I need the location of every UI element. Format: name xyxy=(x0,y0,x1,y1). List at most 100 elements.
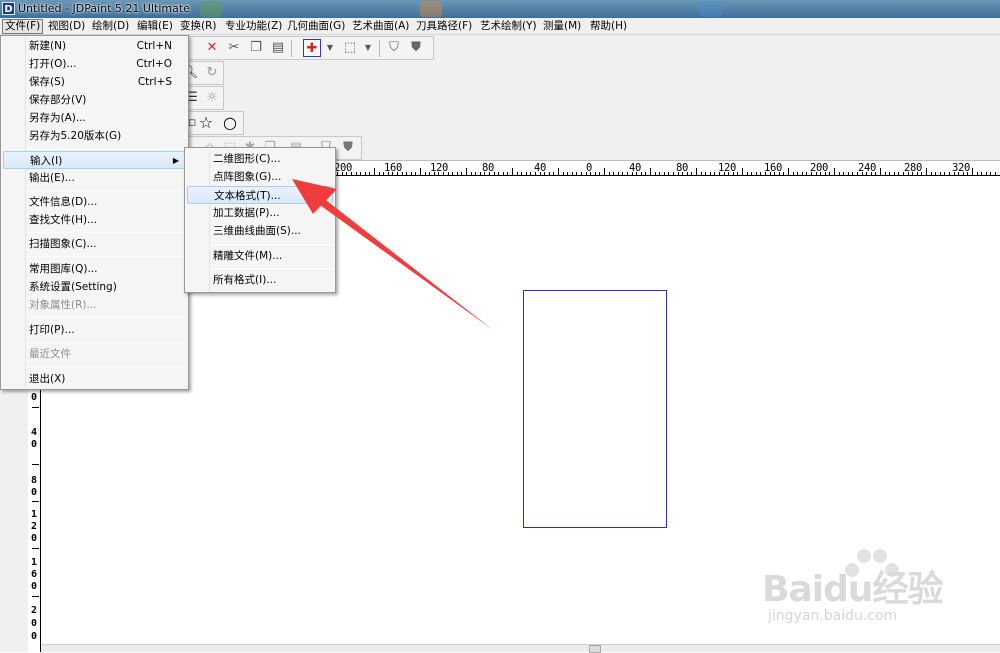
ruler-tick xyxy=(480,172,481,175)
ruler-tick xyxy=(32,548,39,549)
watermark-brand: Baidu经验 xyxy=(762,560,942,612)
ruler-tick xyxy=(443,172,444,175)
ruler-tick xyxy=(931,172,932,175)
star-tool-icon[interactable]: ☆ xyxy=(197,114,215,132)
ruler-tick xyxy=(609,172,610,175)
chevron-down-icon[interactable]: ▼ xyxy=(359,39,377,57)
ruler-tick xyxy=(622,172,623,175)
ruler-tick xyxy=(770,172,771,175)
submenu-item-bitmap-image[interactable]: 点阵图象(G)... xyxy=(187,168,333,186)
menu-tool-path[interactable]: 刀具路径(F) xyxy=(416,19,472,34)
zoom-toolbar: 🔍︎ ↻ xyxy=(186,61,224,85)
menu-item-label: 系统设置(Setting) xyxy=(29,278,117,296)
menu-item-label: 三维曲线曲面(S)... xyxy=(213,222,301,240)
menu-item-file-info[interactable]: 文件信息(D)... xyxy=(3,193,186,211)
menu-item-scan-image[interactable]: 扫描图象(C)... xyxy=(3,235,186,253)
rectangle-shape[interactable] xyxy=(523,290,667,528)
menu-item-settings[interactable]: 系统设置(Setting) xyxy=(3,278,186,296)
ruler-tick xyxy=(802,172,803,175)
menu-file[interactable]: 文件(F) xyxy=(2,19,43,34)
menu-item-library[interactable]: 常用图库(Q)... xyxy=(3,260,186,278)
menu-item-shortcut: Ctrl+N xyxy=(137,37,172,55)
menu-item-print[interactable]: 打印(P)... xyxy=(3,321,186,339)
menu-view[interactable]: 视图(D) xyxy=(48,19,85,34)
menu-measure[interactable]: 测量(M) xyxy=(543,19,581,34)
submenu-item-2d-graphics[interactable]: 二维图形(C)... xyxy=(187,150,333,168)
ruler-tick xyxy=(517,172,518,175)
ruler-tick xyxy=(765,172,766,175)
ruler-tick xyxy=(820,172,821,175)
menu-item-save-part[interactable]: 保存部分(V) xyxy=(3,91,186,109)
cut-icon[interactable]: ✂ xyxy=(225,39,243,57)
ruler-tick xyxy=(32,407,39,408)
submenu-item-machining-data[interactable]: 加工数据(P)... xyxy=(187,204,333,222)
menu-item-label: 输入(I) xyxy=(30,152,62,170)
ruler-tick xyxy=(484,172,485,175)
menu-item-exit[interactable]: 退出(X) xyxy=(3,370,186,388)
ruler-tick xyxy=(650,168,651,175)
horizontal-scrollbar[interactable] xyxy=(41,644,1000,652)
submenu-item-all-formats[interactable]: 所有格式(I)... xyxy=(187,271,333,289)
menu-item-output[interactable]: 输出(E)... xyxy=(3,169,186,187)
menu-item-save-as[interactable]: 另存为(A)... xyxy=(3,109,186,127)
menu-professional[interactable]: 专业功能(Z) xyxy=(225,19,282,34)
grid-snap-icon[interactable]: ✚ xyxy=(303,39,321,57)
ruler-tick xyxy=(360,172,361,175)
view-3d-icon[interactable]: ⬚ xyxy=(341,39,359,57)
menu-item-new[interactable]: 新建(N) Ctrl+N xyxy=(3,37,186,55)
ruler-tick xyxy=(572,172,573,175)
ruler-tick xyxy=(489,172,490,175)
menu-item-save-as-520[interactable]: 另存为5.20版本(G) xyxy=(3,127,186,145)
shield-outline-icon[interactable]: ⛉ xyxy=(385,39,403,57)
menu-item-label: 打印(P)... xyxy=(29,321,75,339)
ruler-tick xyxy=(641,172,642,175)
ruler-tick xyxy=(963,172,964,175)
menu-geometric-surface[interactable]: 几何曲面(G) xyxy=(287,19,345,34)
menu-item-open[interactable]: 打开(O)... Ctrl+O xyxy=(3,55,186,73)
light-icon[interactable]: ☼ xyxy=(203,89,221,107)
submenu-item-3d-curves-surfaces[interactable]: 三维曲线曲面(S)... xyxy=(187,222,333,240)
delete-icon[interactable]: ✕ xyxy=(203,39,221,57)
menu-item-find-file[interactable]: 查找文件(H)... xyxy=(3,211,186,229)
ruler-tick xyxy=(618,172,619,175)
menu-separator xyxy=(211,244,331,245)
ruler-tick xyxy=(885,172,886,175)
menu-art-draw[interactable]: 艺术绘制(Y) xyxy=(480,19,537,34)
menu-separator xyxy=(27,190,185,191)
ruler-tick xyxy=(438,172,439,175)
layer-toolbar: ☰ ☼ xyxy=(186,86,224,110)
ruler-tick xyxy=(981,172,982,175)
menu-item-input[interactable]: 输入(I) ▶ xyxy=(3,151,186,169)
shield-filled-icon[interactable]: ⛊ xyxy=(339,139,357,157)
refresh-icon[interactable]: ↻ xyxy=(203,64,221,82)
circle-tool-icon[interactable]: ○ xyxy=(221,114,239,132)
taskbar-decoration xyxy=(200,1,222,17)
ruler-tick xyxy=(935,172,936,175)
ruler-tick xyxy=(889,172,890,175)
submenu-item-text-format[interactable]: 文本格式(T)... xyxy=(187,186,333,204)
ruler-tick xyxy=(857,172,858,175)
menu-edit[interactable]: 编辑(E) xyxy=(137,19,173,34)
menu-transform[interactable]: 变换(R) xyxy=(180,19,217,34)
paste-icon[interactable]: ▤ xyxy=(269,39,287,57)
menu-help[interactable]: 帮助(H) xyxy=(590,19,627,34)
ruler-tick xyxy=(926,168,927,175)
menu-art-surface[interactable]: 艺术曲面(A) xyxy=(352,19,409,34)
menu-draw[interactable]: 绘制(D) xyxy=(92,19,129,34)
ruler-tick xyxy=(32,596,39,597)
ruler-tick xyxy=(498,172,499,175)
submenu-item-jd-file[interactable]: 精雕文件(M)... xyxy=(187,247,333,265)
chevron-down-icon[interactable]: ▼ xyxy=(321,39,339,57)
menu-item-label: 保存部分(V) xyxy=(29,91,86,109)
submenu-arrow-icon: ▶ xyxy=(173,152,179,170)
ruler-tick xyxy=(558,168,559,175)
ruler-tick xyxy=(392,172,393,175)
ruler-tick xyxy=(645,172,646,175)
ruler-tick xyxy=(756,172,757,175)
ruler-tick xyxy=(448,172,449,175)
ruler-tick xyxy=(733,172,734,175)
menu-item-save[interactable]: 保存(S) Ctrl+S xyxy=(3,73,186,91)
shield-filled-icon[interactable]: ⛊ xyxy=(407,39,425,57)
copy-icon[interactable]: ❐ xyxy=(247,39,265,57)
ruler-tick xyxy=(636,172,637,175)
